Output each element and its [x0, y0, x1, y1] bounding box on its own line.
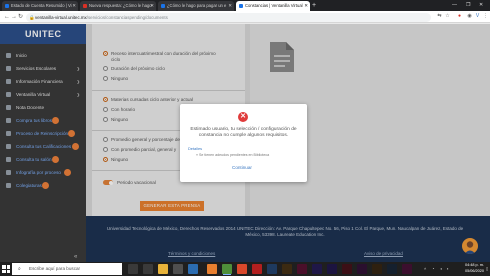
menu-kebab-icon[interactable]: ⋮: [482, 13, 489, 20]
aftereffects-icon[interactable]: [327, 264, 337, 274]
task-view-icon[interactable]: [128, 264, 138, 274]
vpn-extension-icon[interactable]: V: [474, 13, 481, 20]
animate-icon[interactable]: [342, 264, 352, 274]
translate-icon[interactable]: ⇆: [436, 13, 443, 20]
tray-chevron-icon[interactable]: ˄: [424, 266, 426, 271]
browser-tab-2[interactable]: Nueva respuesta: ¿Cómo le hago ✕: [80, 1, 156, 11]
media-encoder-icon[interactable]: [402, 264, 412, 274]
tab-close-icon[interactable]: ✕: [304, 1, 308, 11]
continue-button[interactable]: Continuar: [232, 165, 252, 170]
profile-icon[interactable]: ◉: [466, 13, 473, 20]
notifications-icon[interactable]: ▯: [486, 266, 488, 271]
url-path: /servicios/constanciaspending/documents: [86, 14, 168, 20]
browser-tab-3[interactable]: ¿Cómo le hago para pagar un e ✕: [158, 1, 234, 11]
address-bar[interactable]: 🔒 ventanilla-virtual.unitec.mx/servicios…: [26, 12, 431, 22]
browser-tab-1[interactable]: Estado de Cuenta Resumido | Vi ✕: [2, 1, 78, 11]
search-icon: ⌕: [18, 266, 21, 272]
volume-icon[interactable]: ◖: [440, 266, 442, 271]
mail-favicon-icon: [83, 4, 87, 8]
language-icon[interactable]: ▪: [447, 266, 448, 271]
error-modal: ✕ Estimado usuario, tu selección / confi…: [180, 104, 307, 182]
indesign-icon[interactable]: [297, 264, 307, 274]
close-window-button[interactable]: ✕: [479, 0, 483, 11]
bridge-icon[interactable]: [372, 264, 382, 274]
details-toggle[interactable]: Detalles: [188, 146, 202, 151]
tab-close-icon[interactable]: ✕: [228, 1, 232, 11]
acrobat-icon[interactable]: [252, 264, 262, 274]
search-placeholder: Escribe aquí para buscar: [29, 266, 81, 271]
reload-icon[interactable]: ↻: [18, 12, 23, 22]
browser-tab-bar: Estado de Cuenta Resumido | Vi ✕ Nueva r…: [0, 0, 490, 11]
vm-favicon-icon: [161, 4, 165, 8]
photoshop-icon[interactable]: [267, 264, 277, 274]
vm-favicon-icon: [239, 4, 243, 8]
new-tab-button[interactable]: +: [312, 0, 316, 11]
premiere-icon[interactable]: [312, 264, 322, 274]
vlc-icon[interactable]: [207, 264, 217, 274]
taskbar-search-input[interactable]: ⌕ Escribe aquí para buscar: [12, 263, 122, 275]
tab-title: Estado de Cuenta Resumido | Vi: [11, 3, 72, 8]
forward-icon[interactable]: →: [11, 12, 17, 22]
minimize-button[interactable]: —: [452, 0, 457, 11]
office-icon[interactable]: [237, 264, 247, 274]
back-icon[interactable]: ←: [4, 12, 10, 22]
illustrator-icon[interactable]: [282, 264, 292, 274]
error-x-icon: ✕: [238, 112, 248, 122]
modal-message: Estimado usuario, tu selección / configu…: [190, 127, 297, 138]
dreamweaver-icon[interactable]: [387, 264, 397, 274]
tab-close-icon[interactable]: ✕: [72, 1, 76, 11]
bookmark-star-icon[interactable]: ☆: [444, 13, 451, 20]
clock-date: 05/06/2020: [464, 268, 484, 273]
folder-icon[interactable]: [158, 264, 168, 274]
tab-close-icon[interactable]: ✕: [150, 1, 154, 11]
tab-title: Constancias | Ventanilla Virtual: [245, 3, 303, 8]
file-explorer-icon[interactable]: [143, 264, 153, 274]
browser-toolbar: ← → ↻ 🔒 ventanilla-virtual.unitec.mx/ser…: [0, 11, 490, 23]
vm-favicon-icon: [5, 4, 9, 8]
xd-icon[interactable]: [357, 264, 367, 274]
windows-taskbar: ⌕ Escribe aquí para buscar ˄ ◔ ◖ ▪ 04:48…: [0, 262, 490, 276]
lock-icon: 🔒: [29, 14, 35, 20]
tab-title: Nueva respuesta: ¿Cómo le hago: [89, 3, 152, 8]
windows-start-icon[interactable]: [2, 265, 10, 273]
detail-item: » Se tienen adeudos pendientes en Biblio…: [196, 153, 270, 157]
tab-title: ¿Cómo le hago para pagar un e: [167, 3, 227, 8]
store-icon[interactable]: [173, 264, 183, 274]
chrome-icon[interactable]: [222, 264, 232, 274]
taskbar-clock[interactable]: 04:48 p. m. 05/06/2020: [454, 263, 484, 274]
maximize-button[interactable]: ❐: [466, 0, 470, 11]
network-icon[interactable]: ◔: [432, 266, 434, 271]
browser-tab-active[interactable]: Constancias | Ventanilla Virtual ✕: [236, 1, 310, 11]
mail-icon[interactable]: [188, 264, 198, 274]
url-host: ventanilla-virtual.unitec.mx: [35, 14, 87, 20]
extension-icon[interactable]: ●: [456, 13, 463, 20]
